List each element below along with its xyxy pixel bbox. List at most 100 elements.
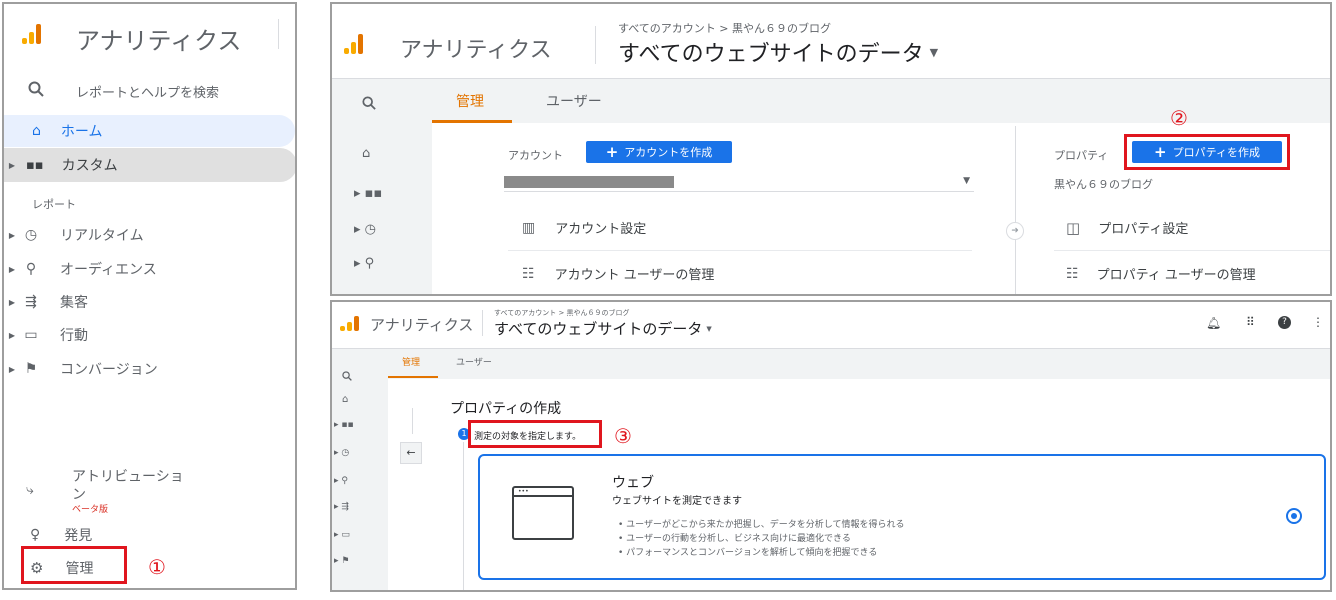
nav-custom-label: カスタム xyxy=(61,158,118,174)
app-title: アナリティクス xyxy=(400,38,552,63)
nav-home-label: ホーム xyxy=(60,124,103,140)
nav-item-audience[interactable]: ▶ ⚲ オーディエンス xyxy=(4,256,157,282)
account-name-redacted xyxy=(504,176,674,188)
nav-conversion-label: コンバージョン xyxy=(60,362,158,378)
attribution-icon: ⤷ xyxy=(26,482,34,498)
app-title: アナリティクス xyxy=(76,27,242,55)
tab-user[interactable]: ユーザー xyxy=(546,91,602,111)
behavior-icon[interactable]: ▸ ▭ xyxy=(334,530,350,540)
nav-item-attribution[interactable]: ⤷ アトリビューショ ン ベータ版 xyxy=(4,464,295,516)
building-icon: ▥ xyxy=(522,219,536,236)
radio-selected[interactable] xyxy=(1286,508,1302,524)
card-subtitle: ウェブサイトを測定できます xyxy=(612,496,742,507)
header-divider xyxy=(482,310,483,336)
beta-badge: ベータ版 xyxy=(72,505,109,515)
header-divider xyxy=(278,19,279,49)
search-icon[interactable] xyxy=(362,96,376,114)
more-vert-icon[interactable]: ⋮ xyxy=(1312,315,1324,329)
clock-icon[interactable]: ▸ ◷ xyxy=(334,448,349,458)
tab-bar xyxy=(388,349,1330,379)
nav-item-discover[interactable]: ♀ 発見 xyxy=(4,522,92,548)
list-item: • ユーザーがどこから来たか把握し、データを分析して情報を得られる xyxy=(618,520,905,530)
web-option-card[interactable]: ••• ウェブ ウェブサイトを測定できます • ユーザーがどこから来たか把握し、… xyxy=(478,454,1326,580)
list-item: • パフォーマンスとコンバージョンを解析して傾向を把握できる xyxy=(618,548,878,558)
property-name[interactable]: 黒やん６９のブログ xyxy=(1054,176,1153,192)
property-user-mgmt-link[interactable]: ☷ プロパティ ユーザーの管理 xyxy=(1066,264,1256,284)
view-title: すべてのウェブサイトのデータ xyxy=(494,320,703,338)
view-selector[interactable]: すべてのウェブサイトのデータ ▼ xyxy=(618,36,938,68)
expand-arrow-icon: ▶ xyxy=(8,330,16,340)
nav-item-behavior[interactable]: ▶ ▭ 行動 xyxy=(4,322,88,348)
content-divider xyxy=(412,408,413,434)
step-marker-1: ① xyxy=(148,555,166,579)
search-icon xyxy=(28,81,44,101)
reports-section-label: レポート xyxy=(32,198,76,211)
analytics-logo xyxy=(340,316,359,331)
person-icon[interactable]: ▸ ⚲ xyxy=(354,256,374,271)
left-nav-panel: アナリティクス レポートとヘルプを検索 ⌂ ホーム ▶ ▪▪ カスタム レポート… xyxy=(2,2,297,590)
caret-down-icon: ▼ xyxy=(706,324,712,333)
apps-grid-icon[interactable]: ⠿ xyxy=(1246,315,1255,329)
highlight-box-step xyxy=(468,420,602,448)
people-icon: ☷ xyxy=(1066,265,1079,282)
card-bullets: • ユーザーがどこから来たか把握し、データを分析して情報を得られる • ユーザー… xyxy=(618,518,904,560)
nav-discover-label: 発見 xyxy=(64,528,93,544)
tab-user[interactable]: ユーザー xyxy=(456,355,492,368)
back-button[interactable]: ← xyxy=(400,442,422,464)
property-user-mgmt-label: プロパティ ユーザーの管理 xyxy=(1096,268,1256,283)
plus-icon: + xyxy=(605,143,619,161)
browser-window-icon: ••• xyxy=(512,486,574,540)
clock-icon[interactable]: ▸ ◷ xyxy=(354,222,376,237)
account-settings-link[interactable]: ▥ アカウント設定 xyxy=(522,218,646,238)
flag-icon: ⚑ xyxy=(24,361,38,377)
search-icon[interactable] xyxy=(342,366,352,385)
attribution-label-line1: アトリビューショ xyxy=(72,469,184,485)
analytics-logo xyxy=(344,34,363,54)
expand-arrow-icon: ▶ xyxy=(8,364,16,374)
account-user-mgmt-label: アカウント ユーザーの管理 xyxy=(554,268,715,283)
admin-panel-top: アナリティクス すべてのアカウント > 黒やん６９のブログ すべてのウェブサイト… xyxy=(330,2,1332,296)
expand-arrow-icon: ▶ xyxy=(8,230,16,240)
header-divider xyxy=(595,26,596,64)
dashboard-icon: ▪▪ xyxy=(26,157,44,173)
dashboard-icon[interactable]: ▸ ▪▪ xyxy=(334,420,354,430)
nav-behavior-label: 行動 xyxy=(60,328,88,344)
flag-icon[interactable]: ▸ ⚑ xyxy=(334,556,349,566)
behavior-icon: ▭ xyxy=(24,327,38,343)
acquisition-icon[interactable]: ▸ ⇶ xyxy=(334,502,349,512)
caret-down-icon: ▼ xyxy=(929,45,939,59)
nav-item-realtime[interactable]: ▶ ◷ リアルタイム xyxy=(4,222,144,248)
lightbulb-icon: ♀ xyxy=(30,527,41,543)
highlight-box-admin xyxy=(21,546,127,584)
clock-icon: ◷ xyxy=(24,227,38,243)
breadcrumb[interactable]: すべてのアカウント > 黒やん６９のブログ xyxy=(494,308,630,318)
person-icon[interactable]: ▸ ⚲ xyxy=(334,476,348,486)
tab-admin[interactable]: 管理 xyxy=(456,91,484,111)
expand-arrow-icon: ▶ xyxy=(8,264,16,274)
create-account-button[interactable]: + アカウントを作成 xyxy=(586,141,732,163)
home-icon: ⌂ xyxy=(32,123,41,139)
home-icon[interactable]: ⌂ xyxy=(362,146,370,161)
expand-arrow-icon: ▶ xyxy=(8,160,16,170)
search-bar[interactable]: レポートとヘルプを検索 xyxy=(4,74,295,108)
help-icon[interactable]: ? xyxy=(1278,316,1291,329)
view-selector[interactable]: すべてのウェブサイトのデータ ▼ xyxy=(494,318,712,339)
nav-item-conversion[interactable]: ▶ ⚑ コンバージョン xyxy=(4,356,158,382)
nav-audience-label: オーディエンス xyxy=(60,262,157,278)
bell-icon[interactable]: 🔔︎ xyxy=(1206,316,1221,330)
account-selector[interactable]: ▼ xyxy=(504,174,974,192)
nav-item-acquisition[interactable]: ▶ ⇶ 集客 xyxy=(4,289,88,315)
create-account-label: アカウントを作成 xyxy=(624,146,713,159)
nav-item-home[interactable]: ⌂ ホーム xyxy=(4,115,295,147)
home-icon[interactable]: ⌂ xyxy=(342,394,348,405)
account-user-mgmt-link[interactable]: ☷ アカウント ユーザーの管理 xyxy=(522,264,715,284)
step-marker-2: ② xyxy=(1170,106,1188,130)
column-arrow-icon: ➜ xyxy=(1006,222,1024,240)
dashboard-icon[interactable]: ▸ ▪▪ xyxy=(354,186,382,201)
account-column-label: アカウント xyxy=(508,149,563,162)
nav-item-custom[interactable]: ▶ ▪▪ カスタム xyxy=(4,148,295,182)
analytics-logo xyxy=(22,24,41,44)
tab-admin[interactable]: 管理 xyxy=(402,355,420,368)
property-settings-link[interactable]: ◫ プロパティ設定 xyxy=(1066,218,1188,238)
breadcrumb[interactable]: すべてのアカウント > 黒やん６９のブログ xyxy=(618,20,831,36)
